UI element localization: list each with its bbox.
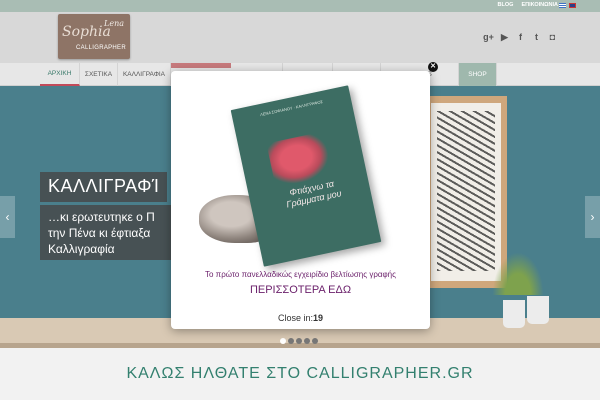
logo-script-text: Sophia: [62, 24, 111, 40]
greek-flag-icon[interactable]: [559, 3, 566, 8]
nav-item-about[interactable]: ΣΧΕΤΙΚΑ: [80, 63, 118, 86]
popup-more-link[interactable]: ΠΕΡΙΣΣΟΤΕΡΑ ΕΔΩ: [171, 284, 430, 296]
countdown-label: Close in:: [277, 313, 313, 323]
slider-dot[interactable]: [280, 338, 286, 344]
slider-dot[interactable]: [312, 338, 318, 344]
slider-dot[interactable]: [288, 338, 294, 344]
welcome-heading: ΚΑΛΩΣ ΗΛΘΑΤΕ ΣΤΟ CALLIGRAPHER.GR: [126, 365, 474, 382]
language-switcher: [559, 3, 576, 8]
contact-link[interactable]: ΕΠΙΚΟΙΝΩΝΙΑ: [521, 2, 558, 8]
google-plus-icon[interactable]: g+: [483, 32, 494, 43]
logo-subtitle: CALLIGRAPHER: [76, 45, 126, 51]
site-header: Lena Sophia CALLIGRAPHER g+ ▶ f t ◘: [0, 12, 600, 63]
twitter-icon[interactable]: t: [531, 32, 542, 43]
hero-text: …κι ερωτευτηκε ο Π την Πένα κι έφτιαξα Κ…: [40, 205, 180, 260]
youtube-icon[interactable]: ▶: [499, 32, 510, 43]
countdown-value: 19: [313, 313, 324, 323]
nav-highlight-bar: [171, 63, 231, 68]
slider-dot[interactable]: [304, 338, 310, 344]
nav-item-calligraphy[interactable]: ΚΑΛΛΙΓΡΑΦΙΑ: [118, 63, 171, 86]
plant-pot: [503, 300, 525, 328]
book-ink-blot: [266, 131, 333, 188]
plant-decoration: [488, 245, 548, 295]
hero-text-line: Καλλιγραφία: [48, 242, 115, 256]
site-logo[interactable]: Lena Sophia CALLIGRAPHER: [58, 14, 130, 59]
top-links: BLOG ΕΠΙΚΟΙΝΩΝΙΑ: [498, 2, 558, 8]
hero-title: ΚΑΛΛΙΓΡΑΦΊ: [40, 172, 168, 202]
hero-text-line: …κι ερωτευτηκε ο Π: [48, 210, 155, 224]
plant-pot-2: [527, 296, 549, 324]
slider-next-arrow-icon[interactable]: ›: [585, 196, 600, 238]
slider-dots: [280, 338, 318, 344]
nav-item-shop[interactable]: SHOP: [459, 63, 497, 86]
instagram-icon[interactable]: ◘: [547, 32, 558, 43]
close-icon[interactable]: ✕: [428, 62, 438, 72]
blog-link[interactable]: BLOG: [498, 2, 514, 8]
popup-caption: Το πρώτο πανελλαδικώς εγχειρίδιο βελτίωσ…: [205, 270, 396, 279]
hero-text-line: την Πένα κι έφτιαξα: [48, 226, 151, 240]
popup-countdown: Close in:19: [171, 313, 430, 323]
calligraphy-artwork: [437, 111, 495, 271]
facebook-icon[interactable]: f: [515, 32, 526, 43]
welcome-section: ΚΑΛΩΣ ΗΛΘΑΤΕ ΣΤΟ CALLIGRAPHER.GR: [0, 348, 600, 400]
social-links: g+ ▶ f t ◘: [483, 32, 558, 43]
english-flag-icon[interactable]: [569, 3, 576, 8]
slider-prev-arrow-icon[interactable]: ‹: [0, 196, 15, 238]
slider-dot[interactable]: [296, 338, 302, 344]
nav-item-home[interactable]: ΑΡΧΙΚΗ: [40, 63, 80, 86]
